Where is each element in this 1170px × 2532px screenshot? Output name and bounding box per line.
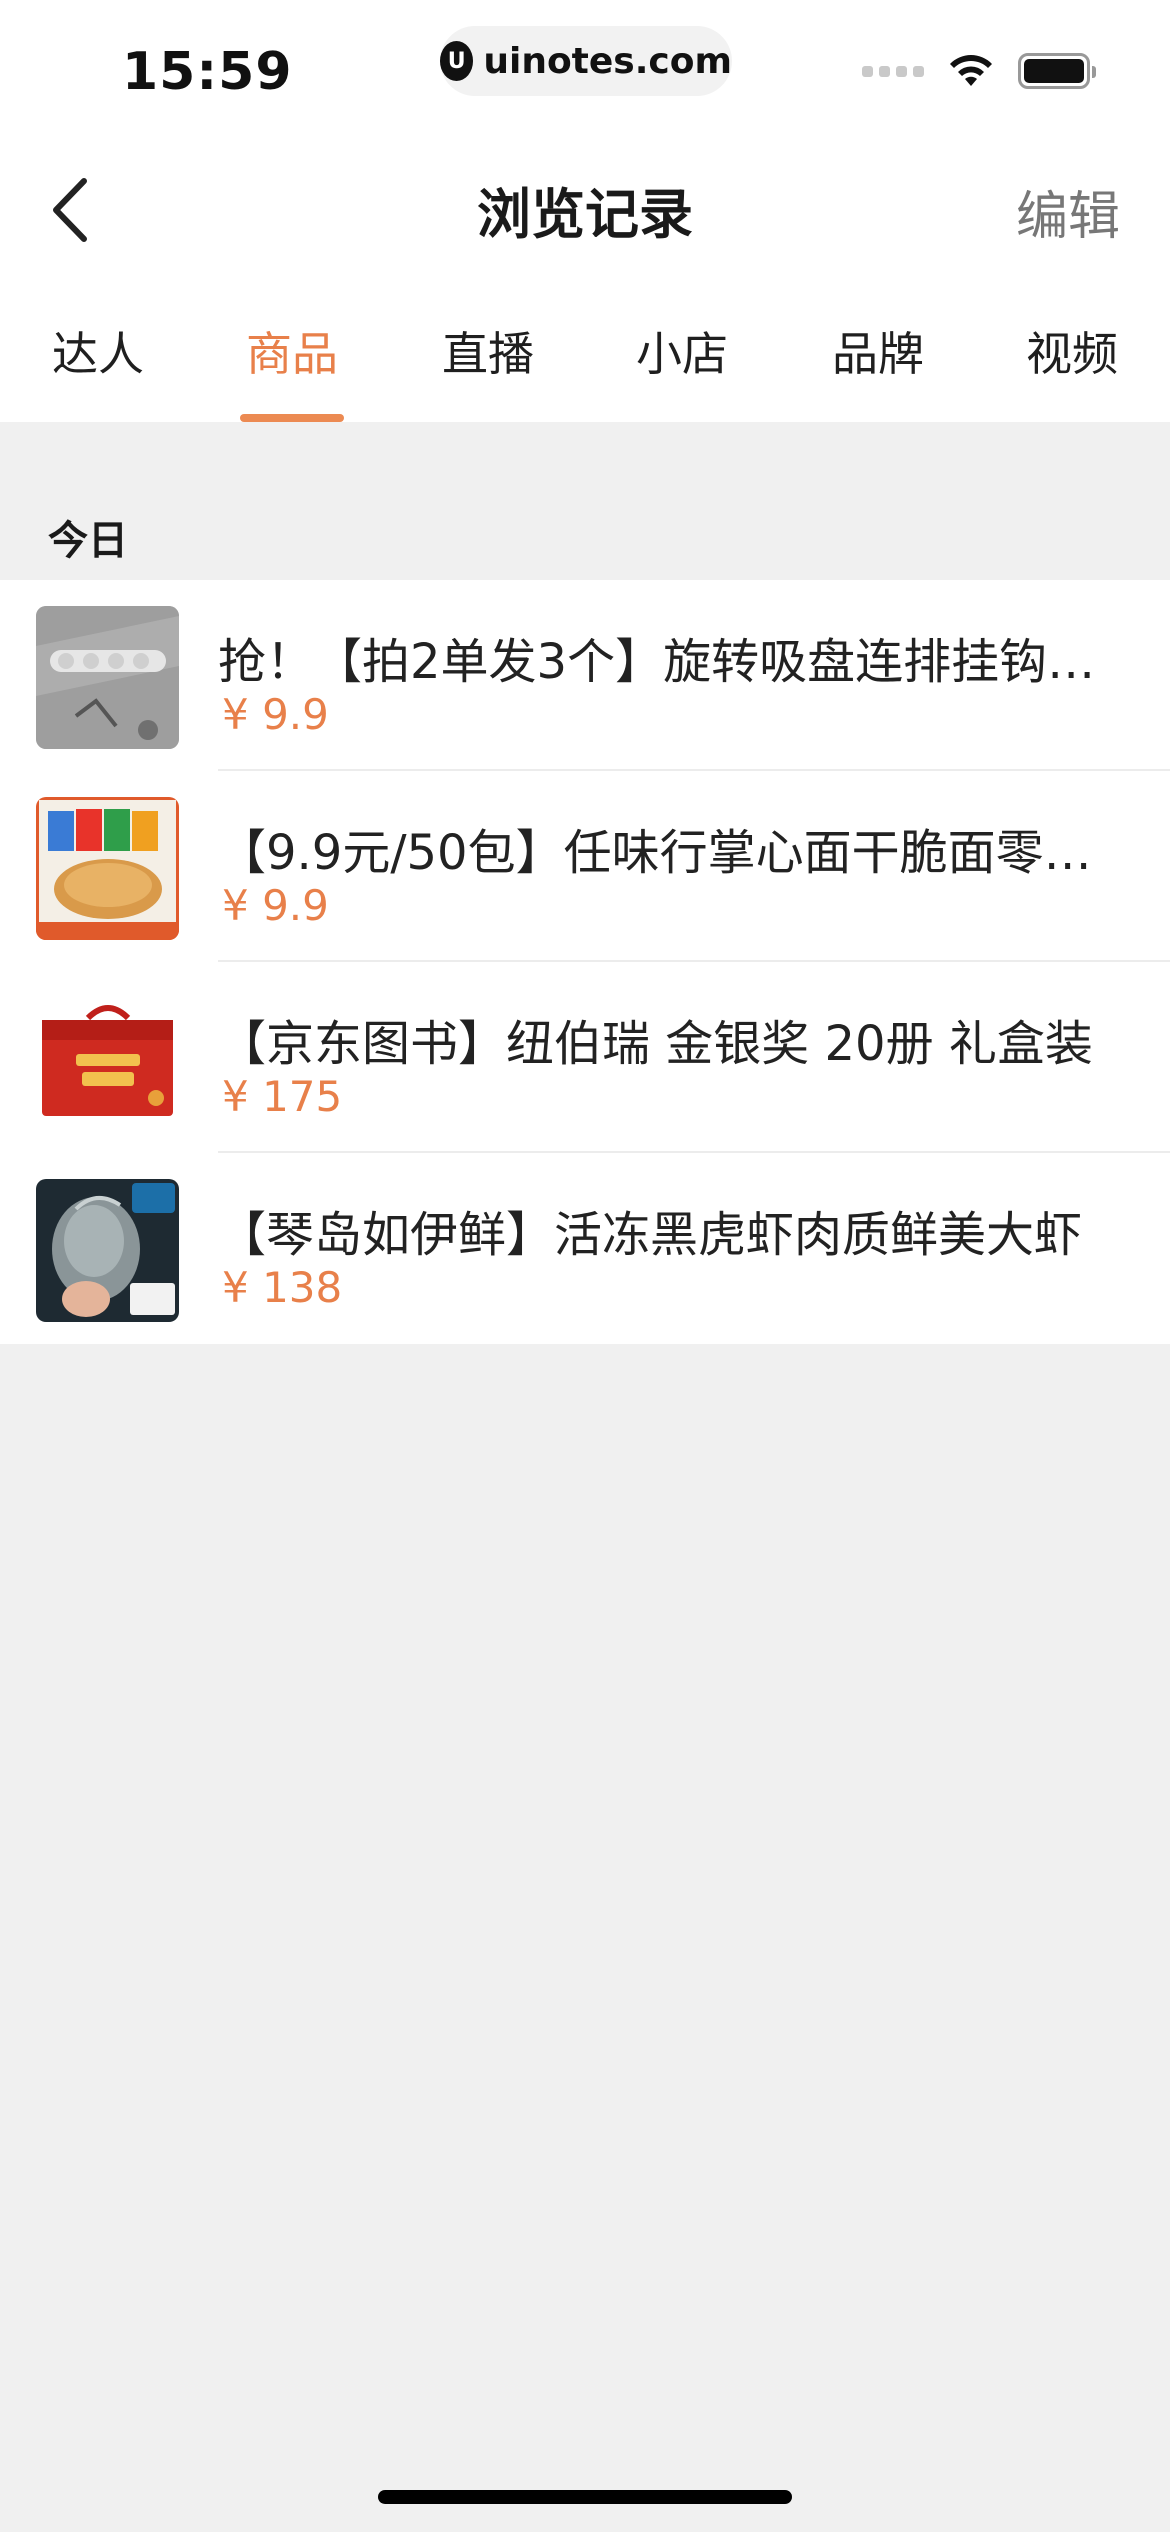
- product-price: ¥ 175: [222, 1072, 343, 1121]
- list-item[interactable]: 【9.9元/50包】任味行掌心面干脆面零食大礼包 ¥ 9.9: [0, 771, 1170, 962]
- list-item[interactable]: 【琴岛如伊鲜】活冻黑虎虾肉质鲜美大虾 ¥ 138: [0, 1153, 1170, 1344]
- battery-icon: [1018, 53, 1096, 89]
- product-thumbnail: [36, 797, 179, 940]
- list-item[interactable]: 抢！【拍2单发3个】旋转吸盘连排挂钩厨房浴室 ¥ 9.9: [0, 580, 1170, 771]
- tab-creators[interactable]: 达人: [0, 318, 196, 384]
- status-time: 15:59: [122, 42, 293, 102]
- product-price: ¥ 9.9: [222, 690, 329, 739]
- edit-button[interactable]: 编辑: [1016, 174, 1120, 249]
- product-title: 抢！【拍2单发3个】旋转吸盘连排挂钩厨房浴室: [218, 634, 1098, 690]
- section-header-today: 今日: [48, 518, 128, 564]
- url-text: uinotes.com: [483, 40, 732, 82]
- active-tab-indicator: [240, 414, 344, 422]
- tab-brands[interactable]: 品牌: [780, 318, 976, 384]
- status-icons: [862, 52, 1096, 90]
- wifi-icon: [950, 55, 992, 86]
- site-logo-icon: U: [440, 41, 474, 81]
- list-item[interactable]: 【京东图书】纽伯瑞 金银奖 20册 礼盒装 ¥ 175: [0, 962, 1170, 1153]
- tab-live[interactable]: 直播: [390, 318, 586, 384]
- signal-dots-icon: [862, 65, 924, 77]
- product-title: 【9.9元/50包】任味行掌心面干脆面零食大礼包: [218, 825, 1098, 881]
- tab-products[interactable]: 商品: [194, 318, 390, 384]
- tab-shops[interactable]: 小店: [584, 318, 780, 384]
- tab-videos[interactable]: 视频: [974, 318, 1170, 384]
- nav-header: 浏览记录 编辑: [0, 130, 1170, 280]
- product-price: ¥ 138: [222, 1263, 343, 1312]
- product-price: ¥ 9.9: [222, 881, 329, 930]
- product-title: 【京东图书】纽伯瑞 金银奖 20册 礼盒装: [218, 1016, 1093, 1072]
- page-title: 浏览记录: [477, 183, 693, 246]
- status-bar: 15:59 U uinotes.com: [0, 0, 1170, 130]
- product-title: 【琴岛如伊鲜】活冻黑虎虾肉质鲜美大虾: [218, 1207, 1083, 1263]
- category-tabs: 达人 商品 直播 小店 品牌 视频: [0, 280, 1170, 422]
- home-indicator[interactable]: [378, 2490, 792, 2504]
- product-thumbnail: [36, 1179, 179, 1322]
- url-pill[interactable]: U uinotes.com: [440, 26, 732, 96]
- product-thumbnail: [36, 988, 179, 1131]
- history-list: 抢！【拍2单发3个】旋转吸盘连排挂钩厨房浴室 ¥ 9.9 【9.9元/50包】任…: [0, 580, 1170, 1344]
- product-thumbnail: [36, 606, 179, 749]
